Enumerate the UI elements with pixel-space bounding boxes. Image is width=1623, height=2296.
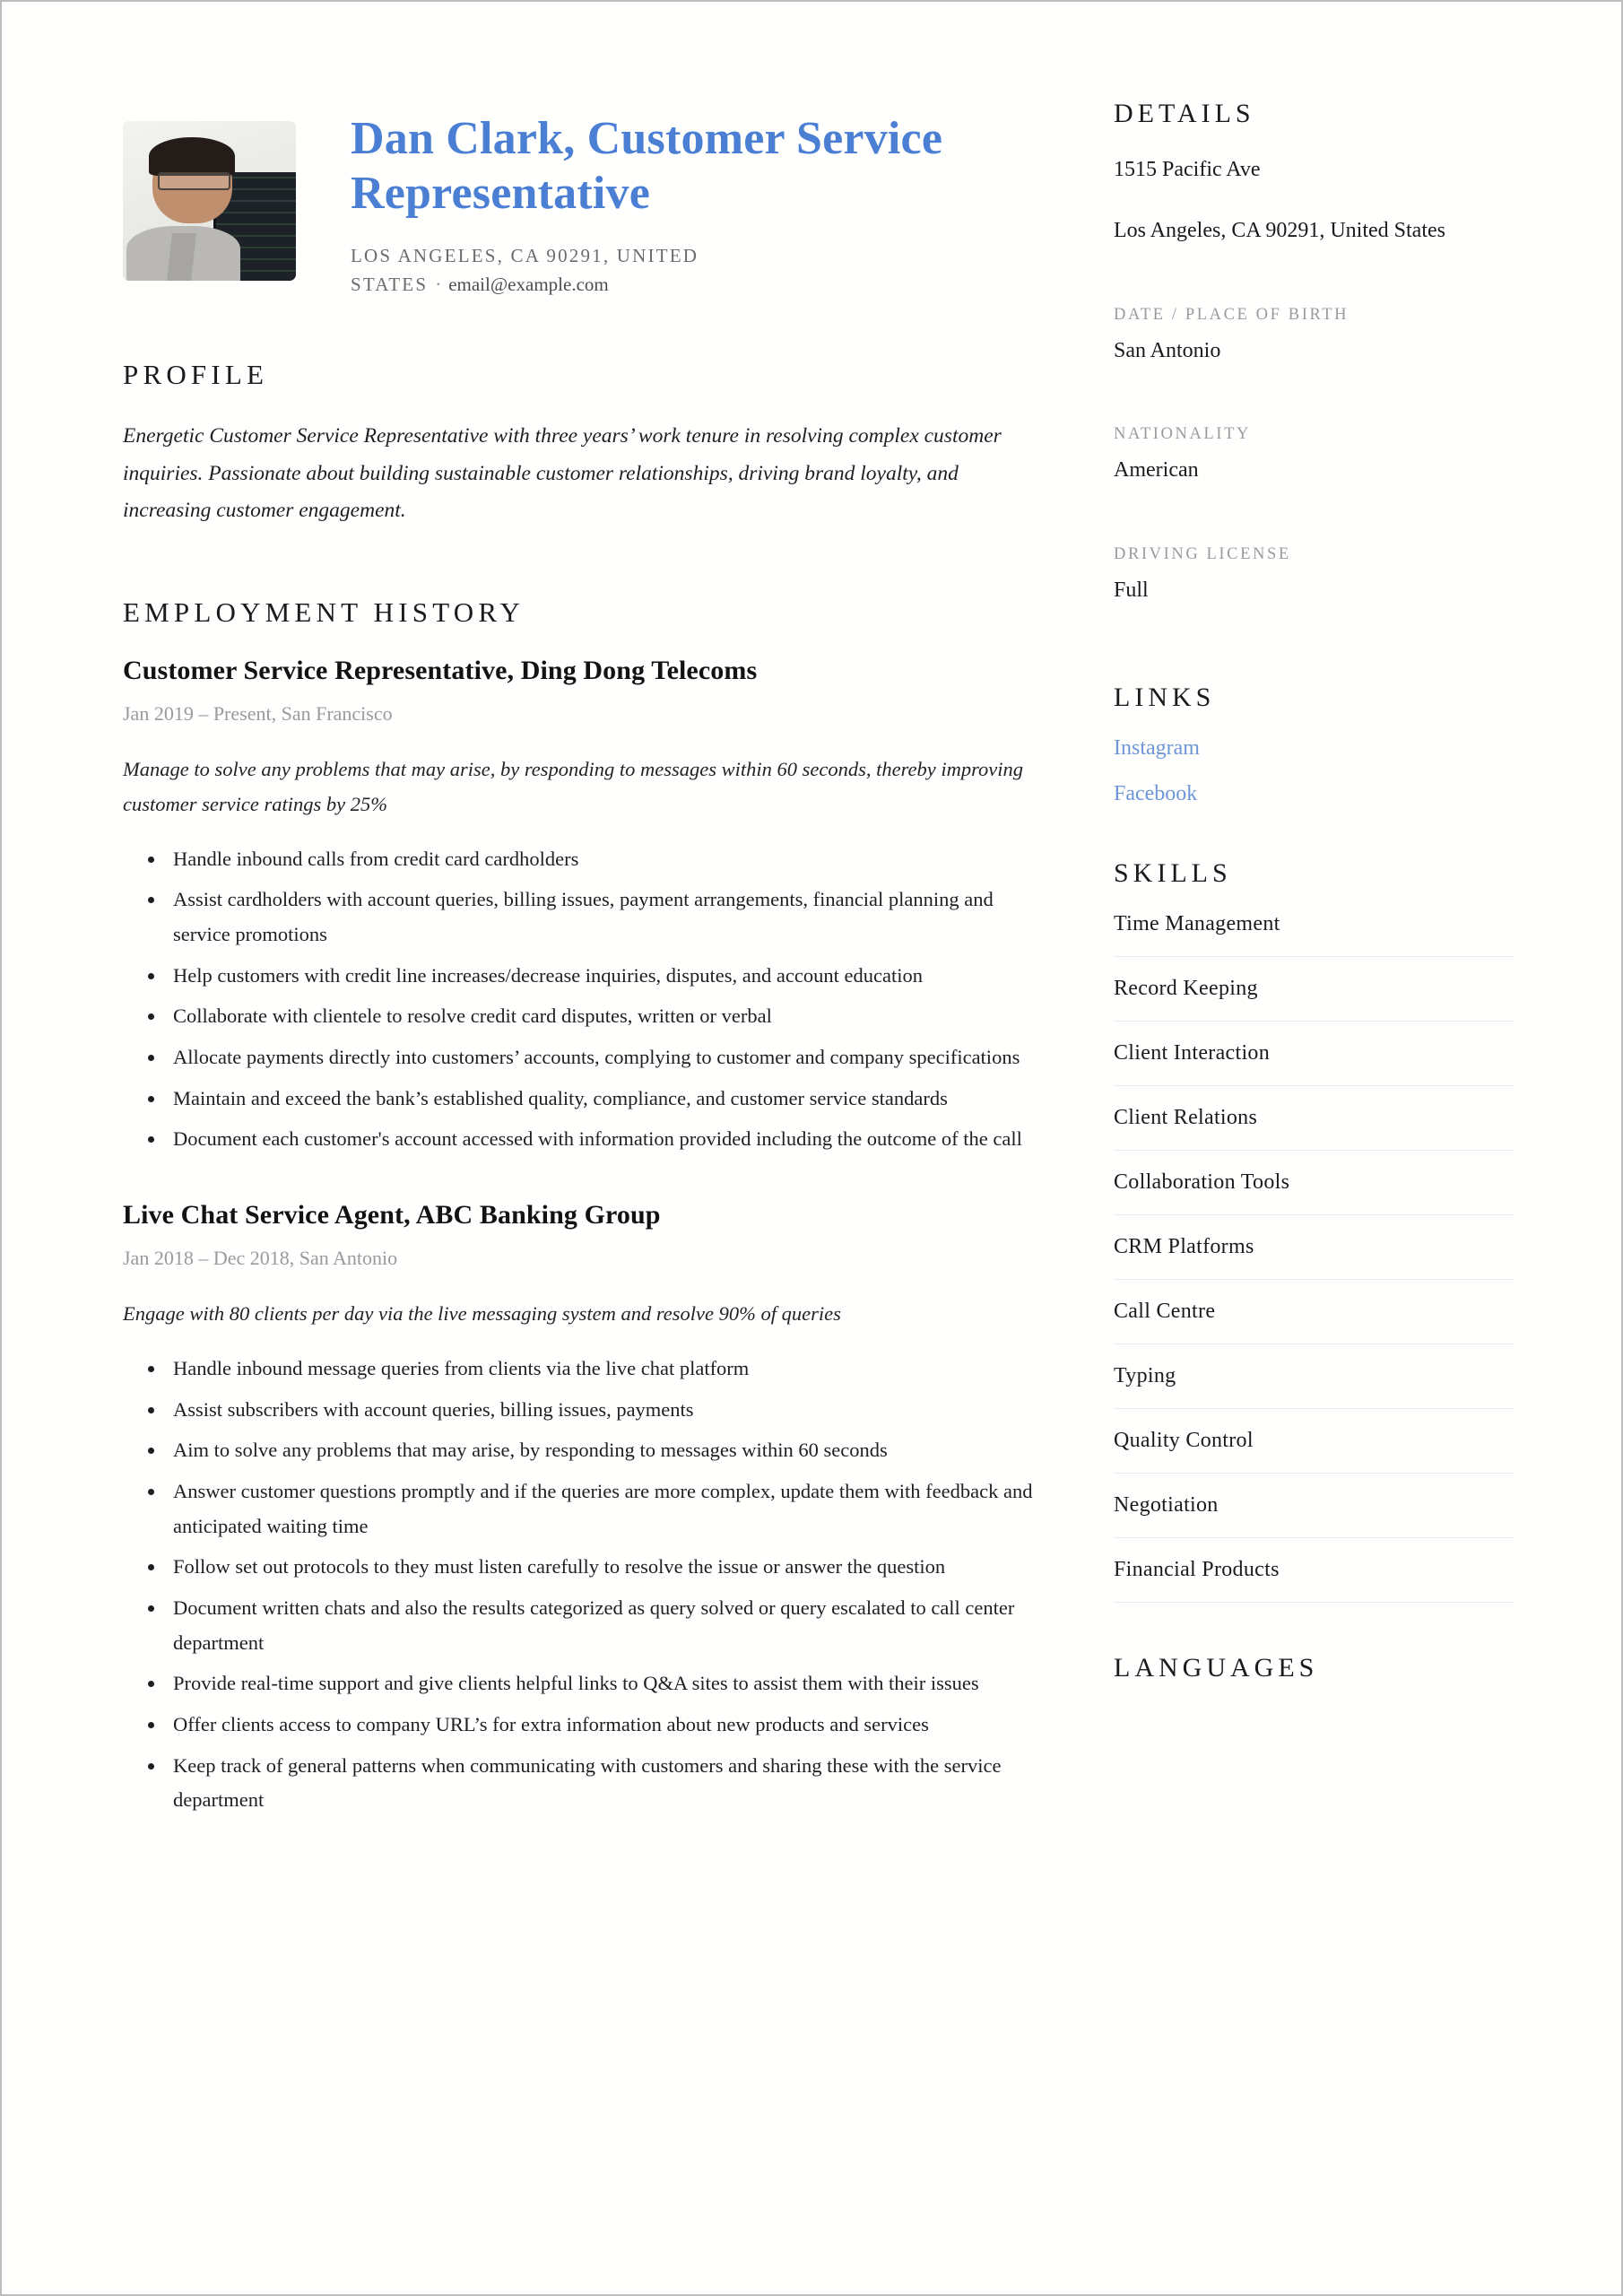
contact-line: LOS ANGELES, CA 90291, UNITED STATES · ema…	[351, 241, 772, 300]
resume-page: Dan Clark, Customer Service Representati…	[0, 0, 1623, 2296]
two-column-layout: Dan Clark, Customer Service Representati…	[2, 2, 1621, 1861]
detail-label-license: DRIVING LICENSE	[1114, 544, 1291, 563]
list-item: Allocate payments directly into customer…	[148, 1040, 1051, 1075]
resume-sheet: Dan Clark, Customer Service Representati…	[2, 2, 1621, 2294]
contact-email[interactable]: email@example.com	[448, 274, 609, 295]
job-entry: Customer Service Representative, Ding Do…	[123, 656, 1051, 1157]
list-item: Maintain and exceed the bank’s establish…	[148, 1082, 1051, 1117]
hair-shape	[148, 136, 236, 176]
job-meta: Jan 2018 – Dec 2018, San Antonio	[123, 1247, 398, 1270]
skill-item: Call Centre	[1114, 1300, 1514, 1344]
detail-value-license: Full	[1114, 578, 1149, 602]
skill-item: Financial Products	[1114, 1558, 1514, 1603]
detail-address: 1515 Pacific Ave	[1114, 152, 1514, 187]
skill-item: Record Keeping	[1114, 977, 1514, 1022]
list-item: Answer customer questions promptly and i…	[148, 1474, 1051, 1544]
address-line-1: 1515 Pacific Ave	[1114, 158, 1261, 181]
link-instagram[interactable]: Instagram	[1114, 736, 1514, 761]
job-bullets: Handle inbound calls from credit card ca…	[123, 842, 1051, 1158]
list-item: Collaborate with clientele to resolve cr…	[148, 999, 1051, 1034]
sidebar-heading-skills: SKILLS	[1114, 857, 1232, 888]
list-item: Document each customer's account accesse…	[148, 1122, 1051, 1157]
job-title: Customer Service Representative, Ding Do…	[123, 656, 758, 686]
skill-item: CRM Platforms	[1114, 1235, 1514, 1280]
resume-header: Dan Clark, Customer Service Representati…	[123, 99, 1051, 300]
section-title-profile: PROFILE	[123, 358, 269, 390]
job-meta: Jan 2019 – Present, San Francisco	[123, 702, 393, 726]
skill-item: Typing	[1114, 1364, 1514, 1409]
list-item: Follow set out protocols to they must li…	[148, 1550, 1051, 1585]
job-entry: Live Chat Service Agent, ABC Banking Gro…	[123, 1200, 1051, 1818]
header-text: Dan Clark, Customer Service Representati…	[296, 99, 1051, 300]
contact-separator: ·	[435, 274, 442, 296]
page-title: Dan Clark, Customer Service Representati…	[351, 113, 943, 220]
main-column: Dan Clark, Customer Service Representati…	[123, 99, 1105, 1861]
list-item: Offer clients access to company URL’s fo…	[148, 1708, 1051, 1743]
list-item: Handle inbound calls from credit card ca…	[148, 842, 1051, 877]
sidebar: DETAILS 1515 Pacific Ave Los Angeles, CA…	[1105, 99, 1514, 1861]
skill-item: Client Relations	[1114, 1106, 1514, 1151]
list-item: Handle inbound message queries from clie…	[148, 1352, 1051, 1387]
list-item: Document written chats and also the resu…	[148, 1591, 1051, 1660]
skill-item: Time Management	[1114, 912, 1514, 957]
sidebar-heading-links: LINKS	[1114, 682, 1216, 712]
sidebar-heading-languages: LANGUAGES	[1114, 1652, 1319, 1683]
skill-item: Client Interaction	[1114, 1041, 1514, 1086]
detail-nationality: NATIONALITY American	[1114, 425, 1514, 487]
skill-item: Quality Control	[1114, 1429, 1514, 1474]
detail-label-birth: DATE / PLACE OF BIRTH	[1114, 305, 1350, 324]
skill-item: Negotiation	[1114, 1493, 1514, 1538]
collar-shape	[167, 232, 196, 281]
list-item: Aim to solve any problems that may arise…	[148, 1433, 1051, 1468]
sidebar-heading-details: DETAILS	[1114, 99, 1255, 128]
detail-value-nationality: American	[1114, 458, 1199, 483]
glasses-icon	[157, 171, 230, 190]
job-summary: Engage with 80 clients per day via the l…	[123, 1302, 841, 1326]
job-summary: Manage to solve any problems that may ar…	[123, 758, 1024, 815]
list-item: Keep track of general patterns when comm…	[148, 1749, 1051, 1818]
detail-birth: DATE / PLACE OF BIRTH San Antonio	[1114, 306, 1514, 368]
list-item: Provide real-time support and give clien…	[148, 1666, 1051, 1701]
list-item: Assist cardholders with account queries,…	[148, 883, 1051, 952]
section-title-employment: EMPLOYMENT HISTORY	[123, 596, 525, 629]
detail-label-nationality: NATIONALITY	[1114, 425, 1251, 444]
detail-value-birth: San Antonio	[1114, 338, 1221, 362]
list-item: Assist subscribers with account queries,…	[148, 1393, 1051, 1428]
address-line-2: Los Angeles, CA 90291, United States	[1114, 219, 1445, 243]
avatar	[123, 121, 296, 281]
profile-text: Energetic Customer Service Representativ…	[123, 423, 1002, 523]
job-title: Live Chat Service Agent, ABC Banking Gro…	[123, 1200, 661, 1231]
detail-address-2: Los Angeles, CA 90291, United States	[1114, 213, 1514, 248]
job-bullets: Handle inbound message queries from clie…	[123, 1352, 1051, 1818]
link-facebook[interactable]: Facebook	[1114, 782, 1514, 806]
list-item: Help customers with credit line increase…	[148, 959, 1051, 994]
skill-item: Collaboration Tools	[1114, 1170, 1514, 1215]
detail-driving-license: DRIVING LICENSE Full	[1114, 545, 1514, 607]
